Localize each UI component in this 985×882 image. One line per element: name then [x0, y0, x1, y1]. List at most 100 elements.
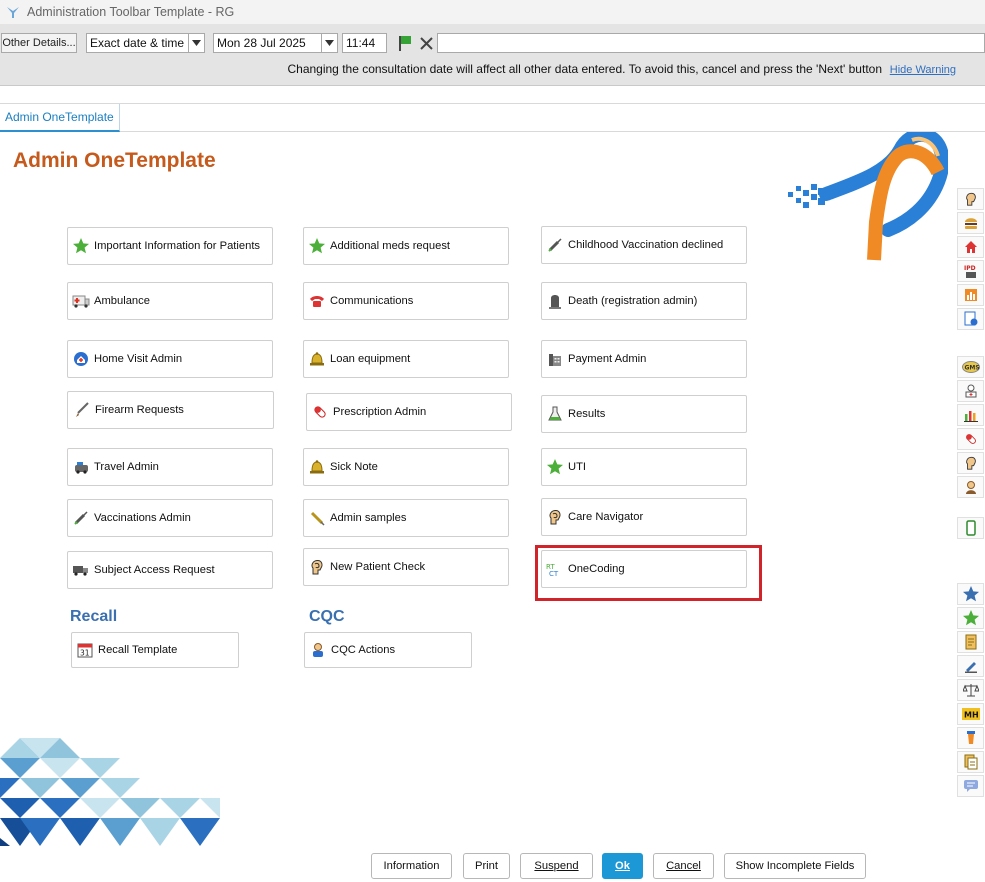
onecoding-highlight-box — [535, 545, 762, 601]
time-field[interactable]: 11:44 — [342, 33, 387, 53]
tile-firearm-requests[interactable]: Firearm Requests — [67, 391, 274, 429]
test-tube-icon[interactable] — [957, 727, 984, 749]
clear-button[interactable] — [417, 33, 435, 53]
free-text-input[interactable] — [437, 33, 985, 53]
triangle-pattern-decoration — [0, 738, 220, 846]
message-icon[interactable] — [957, 775, 984, 797]
tile-important-information[interactable]: Important Information for Patients — [67, 227, 273, 265]
information-button[interactable]: Information — [371, 853, 452, 879]
date-select[interactable]: Mon 28 Jul 2025 — [213, 33, 338, 53]
date-mode-value: Exact date & time — [90, 36, 185, 50]
home-visit-icon — [72, 350, 90, 368]
tile-label: Sick Note — [330, 461, 378, 473]
document-icon[interactable] — [957, 631, 984, 653]
tile-results[interactable]: Results — [541, 395, 747, 433]
section-title-recall: Recall — [70, 608, 118, 625]
print-button[interactable]: Print — [463, 853, 510, 879]
tile-label: Care Navigator — [568, 511, 644, 523]
chevron-down-icon[interactable] — [321, 34, 337, 52]
flag-button[interactable] — [396, 33, 414, 53]
tile-label: Vaccinations Admin — [94, 512, 191, 524]
mobile-phone-icon[interactable] — [957, 517, 984, 539]
document-shield-icon[interactable] — [957, 308, 984, 330]
tile-recall-template[interactable]: 31 Recall Template — [71, 632, 239, 668]
notes-icon[interactable] — [957, 751, 984, 773]
head-icon — [308, 558, 326, 576]
medical-staff-icon[interactable] — [957, 380, 984, 402]
tile-vaccinations-admin[interactable]: Vaccinations Admin — [67, 499, 273, 537]
tile-label: CQC Actions — [331, 644, 396, 656]
suspend-button[interactable]: Suspend — [520, 853, 593, 879]
svg-text:MH: MH — [964, 711, 979, 720]
show-incomplete-fields-button[interactable]: Show Incomplete Fields — [724, 853, 866, 879]
section-title-cqc: CQC — [309, 608, 345, 625]
tile-label: Childhood Vaccination declined — [568, 239, 724, 251]
ok-button[interactable]: Ok — [602, 853, 643, 879]
head-icon[interactable] — [957, 452, 984, 474]
mh-badge-icon[interactable]: MH — [957, 703, 984, 725]
tile-uti[interactable]: UTI — [541, 448, 747, 486]
tile-sick-note[interactable]: Sick Note — [303, 448, 509, 486]
green-star-icon — [72, 237, 90, 255]
tile-label: New Patient Check — [330, 561, 426, 573]
tile-loan-equipment[interactable]: Loan equipment — [303, 340, 509, 378]
tile-label: Firearm Requests — [95, 404, 184, 416]
flask-icon — [546, 405, 564, 423]
date-value: Mon 28 Jul 2025 — [217, 36, 306, 50]
ipd-icon[interactable]: IPD — [957, 260, 984, 282]
hide-warning-link[interactable]: Hide Warning — [890, 64, 956, 76]
other-details-button[interactable]: Other Details... — [1, 33, 77, 53]
tile-label: Subject Access Request — [94, 564, 215, 576]
blue-star-icon[interactable] — [957, 583, 984, 605]
page-title: Admin OneTemplate — [13, 149, 216, 172]
travel-icon — [72, 458, 90, 476]
tile-additional-meds-request[interactable]: Additional meds request — [303, 227, 509, 265]
cancel-button[interactable]: Cancel — [653, 853, 714, 879]
green-star-icon — [308, 237, 326, 255]
tile-payment-admin[interactable]: Payment Admin — [541, 340, 747, 378]
tile-label: Travel Admin — [94, 461, 159, 473]
head-icon[interactable] — [957, 188, 984, 210]
green-star-icon — [546, 458, 564, 476]
tile-new-patient-check[interactable]: New Patient Check — [303, 548, 509, 586]
bar-chart-icon[interactable] — [957, 404, 984, 426]
tile-admin-samples[interactable]: Admin samples — [303, 499, 509, 537]
svg-text:IPD: IPD — [964, 265, 976, 272]
date-mode-select[interactable]: Exact date & time — [86, 33, 205, 53]
orange-chart-icon[interactable] — [957, 284, 984, 306]
tile-travel-admin[interactable]: Travel Admin — [67, 448, 273, 486]
chevron-down-icon[interactable] — [188, 34, 204, 52]
svg-text:GMS: GMS — [964, 365, 979, 372]
rifle-icon — [73, 401, 91, 419]
tile-label: Prescription Admin — [333, 406, 427, 418]
tile-communications[interactable]: Communications — [303, 282, 509, 320]
pill-icon[interactable] — [957, 428, 984, 450]
date-warning-text: Changing the consultation date will affe… — [287, 62, 882, 76]
gms-icon[interactable]: GMS — [957, 356, 984, 378]
tile-childhood-vaccination-declined[interactable]: Childhood Vaccination declined — [541, 226, 747, 264]
tile-subject-access-request[interactable]: Subject Access Request — [67, 551, 273, 589]
person-icon — [309, 641, 327, 659]
tile-cqc-actions[interactable]: CQC Actions — [304, 632, 472, 668]
tab-admin-onetemplate[interactable]: Admin OneTemplate — [0, 104, 120, 132]
patient-avatar-icon[interactable] — [957, 476, 984, 498]
tile-label: Important Information for Patients — [94, 240, 261, 252]
tile-prescription-admin[interactable]: Prescription Admin — [306, 393, 512, 431]
app-logo-icon — [7, 7, 19, 18]
tile-care-navigator[interactable]: Care Navigator — [541, 498, 747, 536]
green-star-icon[interactable] — [957, 607, 984, 629]
tile-label: Ambulance — [94, 295, 150, 307]
telephone-icon — [308, 292, 326, 310]
window-title: Administration Toolbar Template - RG — [27, 5, 235, 19]
tile-ambulance[interactable]: Ambulance — [67, 282, 273, 320]
pen-icon[interactable] — [957, 655, 984, 677]
burger-icon[interactable] — [957, 212, 984, 234]
scales-icon[interactable] — [957, 679, 984, 701]
right-icon-sidebar: IPD GMS MH — [955, 0, 985, 882]
tile-label: Recall Template — [98, 644, 178, 656]
house-icon[interactable] — [957, 236, 984, 258]
tile-death-registration-admin[interactable]: Death (registration admin) — [541, 282, 747, 320]
tile-label: Admin samples — [330, 512, 407, 524]
tile-label: Additional meds request — [330, 240, 451, 252]
tile-home-visit-admin[interactable]: Home Visit Admin — [67, 340, 273, 378]
